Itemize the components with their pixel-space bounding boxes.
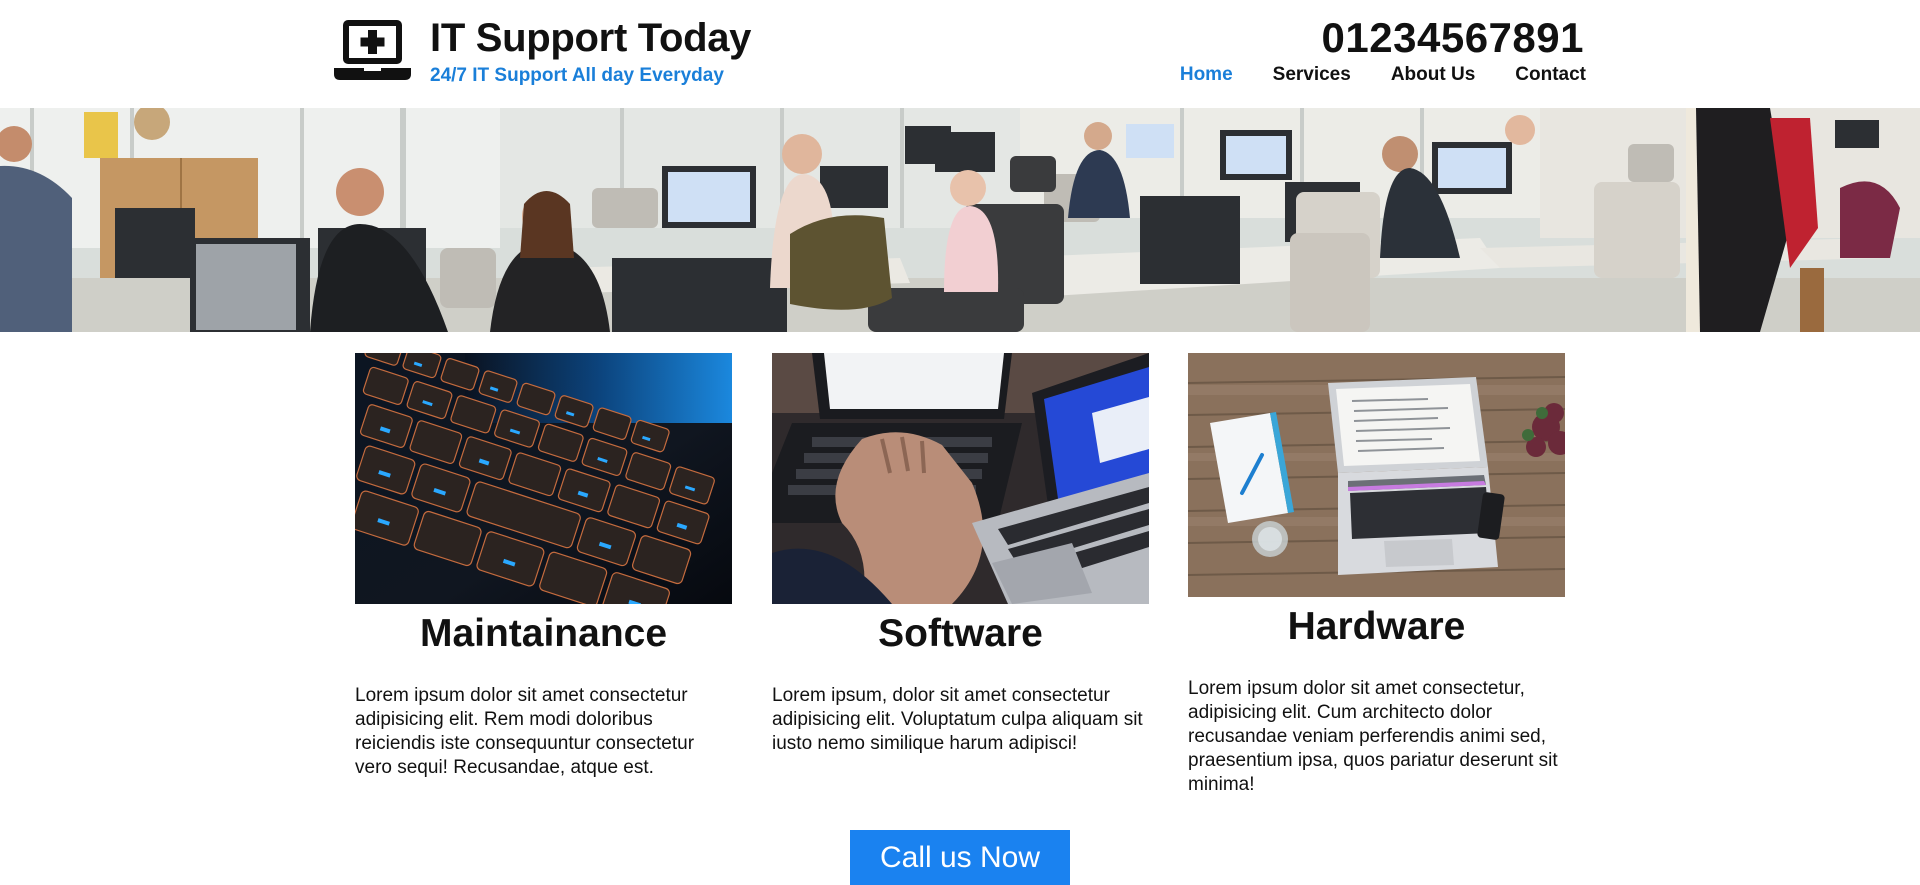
card-text: Lorem ipsum dolor sit amet consectetur, … <box>1188 678 1558 795</box>
card-title: Hardware <box>1287 605 1466 648</box>
nav-about-us[interactable]: About Us <box>1391 64 1475 86</box>
service-card-maintainance: Maintainance Lorem ipsum dolor sit amet … <box>355 353 732 780</box>
call-us-now-button[interactable]: Call us Now <box>850 830 1070 885</box>
laptops-typing-photo <box>772 353 1149 604</box>
site-title[interactable]: IT Support Today <box>430 16 751 61</box>
nav-contact[interactable]: Contact <box>1515 64 1586 86</box>
office-workspace-photo <box>0 108 1920 332</box>
site-header: IT Support Today 24/7 IT Support All day… <box>0 0 1920 108</box>
site-tagline: 24/7 IT Support All day Everyday <box>430 65 724 86</box>
laptop-medical-icon[interactable] <box>334 18 411 82</box>
card-text: Lorem ipsum dolor sit amet consectetur a… <box>355 685 695 778</box>
main-nav: Home Services About Us Contact <box>1180 64 1586 86</box>
service-card-hardware: Hardware Lorem ipsum dolor sit amet cons… <box>1188 353 1565 797</box>
hero-banner <box>0 108 1920 332</box>
card-title: Software <box>878 612 1043 655</box>
keyboard-backlit-photo <box>355 353 732 604</box>
phone-number[interactable]: 01234567891 <box>1322 14 1584 62</box>
laptop-on-desk-photo <box>1188 353 1565 597</box>
card-text: Lorem ipsum, dolor sit amet consectetur … <box>772 685 1143 754</box>
card-title: Maintainance <box>419 612 668 655</box>
nav-home[interactable]: Home <box>1180 64 1233 86</box>
service-card-software: Software Lorem ipsum, dolor sit amet con… <box>772 353 1149 756</box>
nav-services[interactable]: Services <box>1273 64 1351 86</box>
